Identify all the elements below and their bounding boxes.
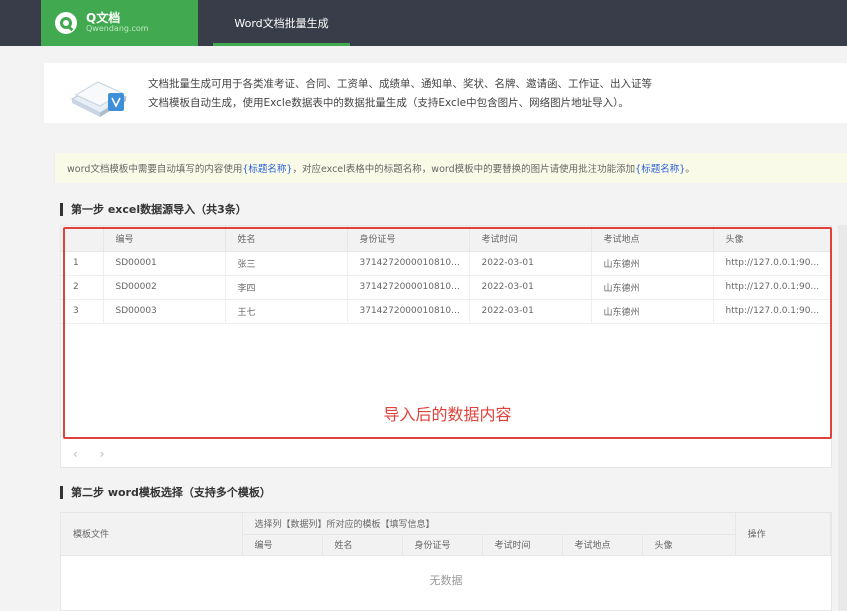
cell-name: 王七 (225, 299, 348, 324)
column-header-id[interactable]: 编号 (103, 226, 226, 252)
logo-search-icon (55, 12, 77, 34)
template-header-row: 模板文件 选择列【数据列】所对应的模板【填写信息】 操作 (61, 513, 832, 556)
cell-avatar: http://127.0.0.1:90... (713, 275, 831, 300)
cell-exam-time: 2022-03-01 (469, 275, 592, 300)
table-row[interactable]: 2 SD00002 李四 3714272000010810... 2022-03… (61, 275, 831, 300)
subcolumn-header-id: 编号 (242, 534, 323, 556)
column-group-header: 选择列【数据列】所对应的模板【填写信息】 (242, 513, 736, 535)
column-header-name[interactable]: 姓名 (225, 226, 348, 252)
cell-name: 张三 (225, 251, 348, 276)
cell-index: 3 (61, 299, 104, 324)
cell-exam-place: 山东德州 (591, 275, 714, 300)
cell-exam-place: 山东德州 (591, 251, 714, 276)
table-header-row: 编号 姓名 身份证号 考试时间 考试地点 头像 (61, 226, 831, 252)
intro-line-1: 文档批量生成可用于各类准考证、合同、工资单、成绩单、通知单、奖状、名牌、邀请函、… (148, 78, 652, 90)
notice-text-2: ，对应excel表格中的标题名称，word模板中的要替换的图片请使用批注功能添加 (292, 164, 636, 175)
step2-template-table-panel: 模板文件 选择列【数据列】所对应的模板【填写信息】 操作 编号 姓名 身份证号 … (60, 512, 832, 611)
notice-tag-1: {标题名称} (242, 164, 293, 175)
subcolumn-header-exam-time: 考试时间 (482, 534, 563, 556)
top-nav-bar: Q文档 Qwendang.com Word文档批量生成 (0, 0, 847, 46)
subcolumn-header-name: 姓名 (322, 534, 403, 556)
cell-avatar: http://127.0.0.1:90... (713, 251, 831, 276)
right-scroll-area[interactable] (838, 225, 847, 611)
notice-text-1: word文档模板中需要自动填写的内容使用 (67, 164, 243, 175)
empty-state-text: 无数据 (429, 573, 463, 587)
step2-template-table: 模板文件 选择列【数据列】所对应的模板【填写信息】 操作 编号 姓名 身份证号 … (61, 513, 832, 556)
notice-text-3: 。 (685, 164, 695, 175)
table-pager: ‹ › (73, 447, 122, 461)
cell-exam-time: 2022-03-01 (469, 251, 592, 276)
cell-id: SD00003 (103, 299, 226, 324)
step2-title: 第二步 word模板选择（支持多个模板） (60, 486, 271, 499)
notice-bar: word文档模板中需要自动填写的内容使用 {标题名称} ，对应excel表格中的标题… (54, 153, 847, 183)
cell-idcard: 3714272000010810... (347, 275, 470, 300)
column-header-exam-place[interactable]: 考试地点 (591, 226, 714, 252)
subcolumn-header-exam-place: 考试地点 (562, 534, 643, 556)
table-row[interactable]: 3 SD00003 王七 3714272000010810... 2022-03… (61, 299, 831, 324)
logo[interactable]: Q文档 Qwendang.com (41, 0, 198, 46)
intro-card: 文档批量生成可用于各类准考证、合同、工资单、成绩单、通知单、奖状、名牌、邀请函、… (44, 63, 847, 123)
column-header-template-file: 模板文件 (61, 513, 243, 556)
cell-exam-place: 山东德州 (591, 299, 714, 324)
column-header-idcard[interactable]: 身份证号 (347, 226, 470, 252)
step1-data-table-panel: 编号 姓名 身份证号 考试时间 考试地点 头像 1 SD00001 张三 371… (60, 225, 832, 468)
cell-exam-time: 2022-03-01 (469, 299, 592, 324)
table-row[interactable]: 1 SD00001 张三 3714272000010810... 2022-03… (61, 251, 831, 276)
cell-index: 2 (61, 275, 104, 300)
column-header-avatar[interactable]: 头像 (713, 226, 831, 252)
column-header-exam-time[interactable]: 考试时间 (469, 226, 592, 252)
notice-tag-2: {标题名称} (635, 164, 686, 175)
step1-data-table: 编号 姓名 身份证号 考试时间 考试地点 头像 1 SD00001 张三 371… (61, 226, 831, 324)
cell-idcard: 3714272000010810... (347, 299, 470, 324)
logo-domain: Qwendang.com (86, 24, 149, 34)
cell-idcard: 3714272000010810... (347, 251, 470, 276)
cell-name: 李四 (225, 275, 348, 300)
cell-id: SD00001 (103, 251, 226, 276)
cell-avatar: http://127.0.0.1:90... (713, 299, 831, 324)
step1-title: 第一步 excel数据源导入（共3条） (60, 203, 247, 216)
cell-id: SD00002 (103, 275, 226, 300)
nav-tab-word-batch[interactable]: Word文档批量生成 (213, 0, 350, 46)
subcolumn-header-idcard: 身份证号 (402, 534, 483, 556)
cell-index: 1 (61, 251, 104, 276)
pager-prev-button[interactable]: ‹ (73, 447, 78, 461)
intro-line-2: 文档模板自动生成，使用Excle数据表中的数据批量生成（支持Excle中包含图片… (148, 97, 629, 109)
column-header-action: 操作 (735, 513, 832, 556)
document-stack-icon (70, 81, 128, 117)
pager-next-button[interactable]: › (100, 447, 105, 461)
column-header-index (61, 226, 104, 252)
subcolumn-header-avatar: 头像 (642, 534, 736, 556)
